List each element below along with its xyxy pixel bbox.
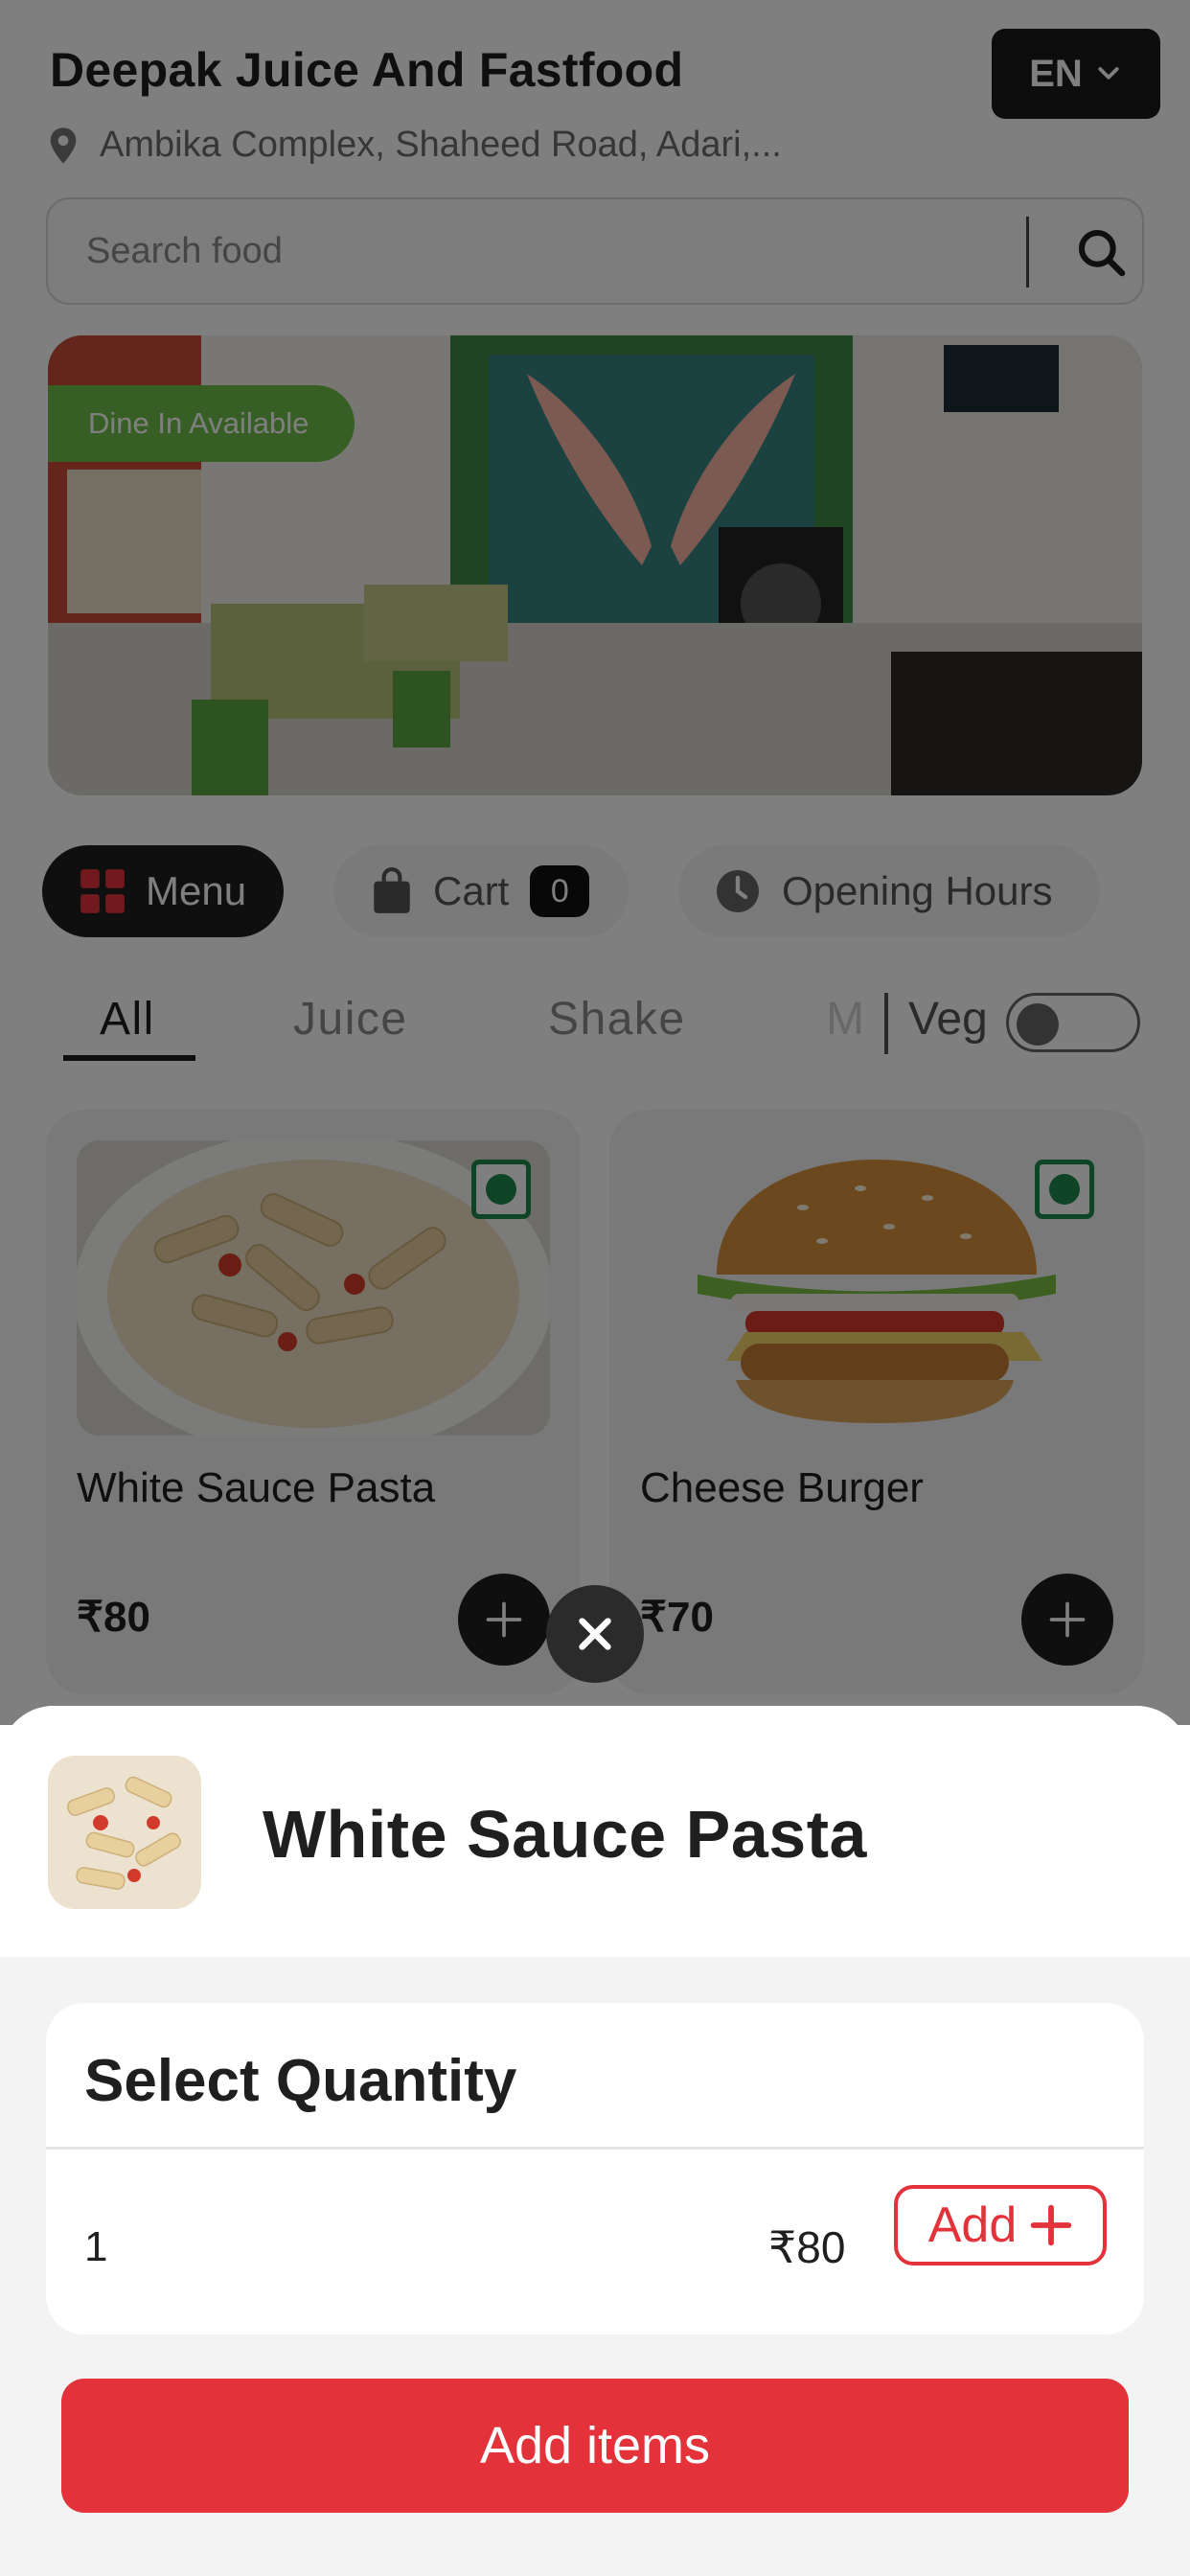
quantity-price: ₹80: [768, 2222, 846, 2272]
divider: [46, 2147, 1144, 2150]
add-items-button[interactable]: Add items: [61, 2379, 1129, 2513]
quantity-card: Select Quantity 1 ₹80 Add: [46, 2003, 1144, 2334]
close-sheet-button[interactable]: [546, 1585, 644, 1683]
sheet-header: White Sauce Pasta: [0, 1706, 1190, 1957]
add-quantity-button[interactable]: Add: [894, 2185, 1107, 2266]
select-quantity-heading: Select Quantity: [84, 2048, 517, 2114]
item-thumbnail: [48, 1756, 201, 1909]
close-icon: [579, 1618, 611, 1650]
quantity-value: 1: [84, 2223, 108, 2270]
add-quantity-label: Add: [927, 2197, 1018, 2253]
modal-backdrop[interactable]: [0, 0, 1190, 1725]
quantity-bottom-sheet: White Sauce Pasta Select Quantity 1 ₹80 …: [0, 1706, 1190, 2576]
plus-icon: [1030, 2204, 1072, 2246]
sheet-item-title: White Sauce Pasta: [263, 1797, 867, 1872]
